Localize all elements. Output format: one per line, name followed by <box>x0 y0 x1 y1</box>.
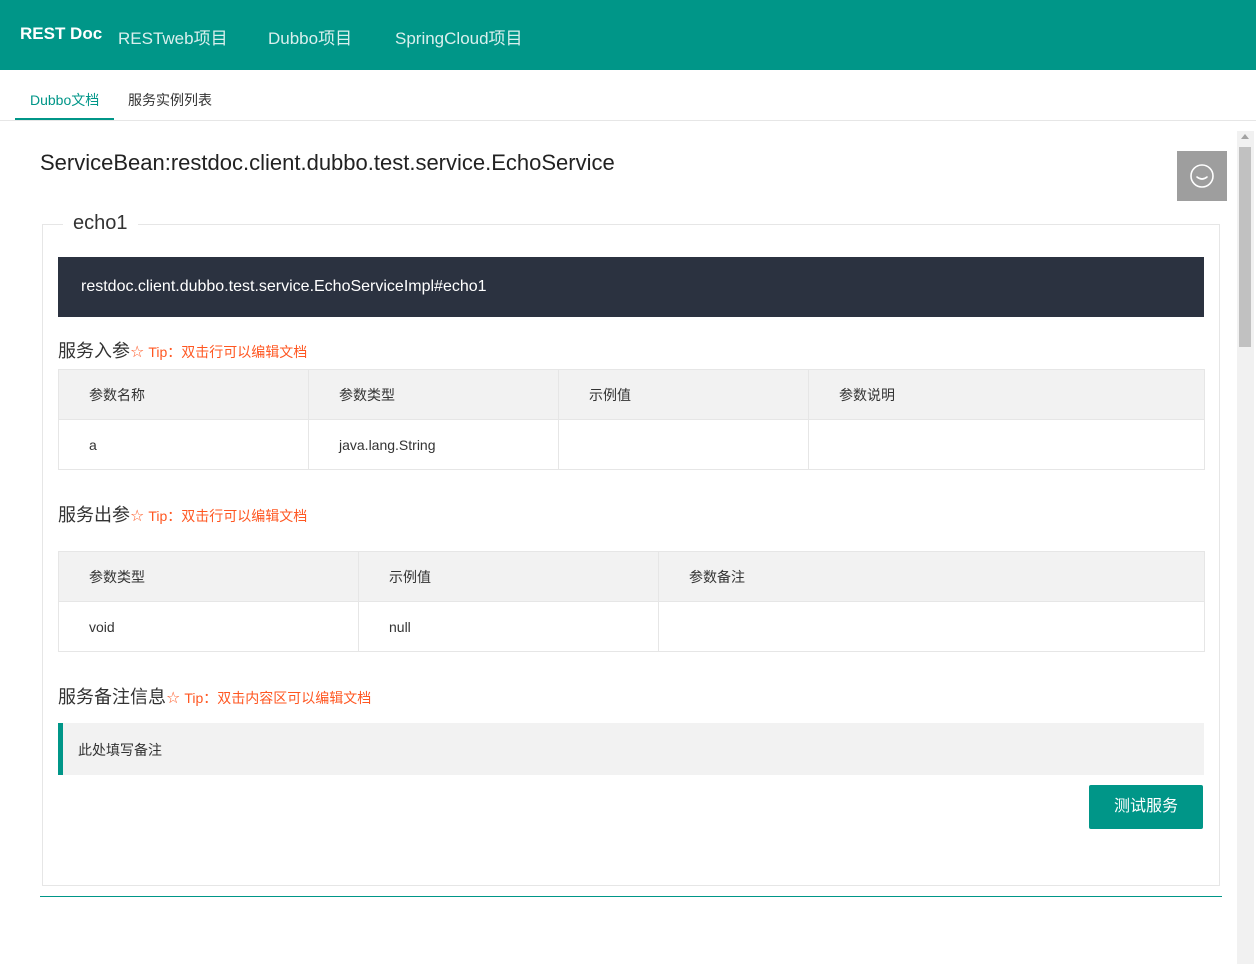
output-params-title: 服务出参 <box>58 505 130 525</box>
output-params-table: 参数类型 示例值 参数备注 void null <box>58 551 1205 652</box>
column-header: 参数类型 <box>58 551 359 602</box>
column-header: 示例值 <box>358 551 659 602</box>
table-header-row: 参数名称 参数类型 示例值 参数说明 <box>58 369 1205 420</box>
star-icon[interactable]: ☆ <box>130 344 144 361</box>
remark-tip: Tip：双击内容区可以编辑文档 <box>184 690 372 706</box>
brand-logo[interactable]: REST Doc <box>20 24 102 44</box>
scroll-up-icon[interactable] <box>1241 134 1249 139</box>
star-icon[interactable]: ☆ <box>166 690 180 707</box>
scroll-thumb[interactable] <box>1239 147 1251 347</box>
tab-dubbo-docs[interactable]: Dubbo文档 <box>30 90 99 110</box>
divider <box>40 896 1222 897</box>
column-header: 参数备注 <box>658 551 1205 602</box>
input-params-section-title: 服务入参☆ Tip：双击行可以编辑文档 <box>58 337 307 363</box>
table-cell[interactable]: void <box>58 601 359 652</box>
input-params-title: 服务入参 <box>58 341 130 361</box>
table-cell[interactable] <box>808 419 1205 470</box>
table-cell[interactable]: null <box>358 601 659 652</box>
chat-button[interactable] <box>1177 151 1227 201</box>
column-header: 示例值 <box>558 369 809 420</box>
remark-section-title: 服务备注信息☆ Tip：双击内容区可以编辑文档 <box>58 683 371 709</box>
vertical-scrollbar[interactable] <box>1237 131 1254 964</box>
method-legend: echo1 <box>63 212 138 235</box>
table-row[interactable]: void null <box>58 601 1205 652</box>
nav-item-dubbo[interactable]: Dubbo项目 <box>268 24 352 49</box>
chat-icon <box>1190 164 1214 188</box>
input-params-table: 参数名称 参数类型 示例值 参数说明 a java.lang.String <box>58 369 1205 470</box>
star-icon[interactable]: ☆ <box>130 508 144 525</box>
method-signature-bar: restdoc.client.dubbo.test.service.EchoSe… <box>58 257 1204 317</box>
nav-item-restweb[interactable]: RESTweb项目 <box>118 24 228 49</box>
nav-item-springcloud[interactable]: SpringCloud项目 <box>395 24 523 49</box>
test-service-button[interactable]: 测试服务 <box>1089 785 1203 829</box>
tab-service-instances[interactable]: 服务实例列表 <box>128 90 212 110</box>
table-row[interactable]: a java.lang.String <box>58 419 1205 470</box>
column-header: 参数类型 <box>308 369 559 420</box>
top-navbar: REST Doc RESTweb项目 Dubbo项目 SpringCloud项目 <box>0 0 1256 70</box>
column-header: 参数说明 <box>808 369 1205 420</box>
table-header-row: 参数类型 示例值 参数备注 <box>58 551 1205 602</box>
input-params-tip: Tip：双击行可以编辑文档 <box>148 344 308 360</box>
output-params-section-title: 服务出参☆ Tip：双击行可以编辑文档 <box>58 501 307 527</box>
table-cell[interactable]: a <box>58 419 309 470</box>
column-header: 参数名称 <box>58 369 309 420</box>
method-signature: restdoc.client.dubbo.test.service.EchoSe… <box>81 278 487 295</box>
output-params-tip: Tip：双击行可以编辑文档 <box>148 508 308 524</box>
tab-bar: Dubbo文档 服务实例列表 <box>0 70 1256 121</box>
remark-content: 此处填写备注 <box>78 742 162 758</box>
remark-title: 服务备注信息 <box>58 687 166 707</box>
active-tab-indicator <box>15 118 114 120</box>
table-cell[interactable] <box>558 419 809 470</box>
table-cell[interactable]: java.lang.String <box>308 419 559 470</box>
remark-content-area[interactable]: 此处填写备注 <box>58 723 1204 775</box>
table-cell[interactable] <box>658 601 1205 652</box>
page-title: ServiceBean:restdoc.client.dubbo.test.se… <box>40 150 615 175</box>
